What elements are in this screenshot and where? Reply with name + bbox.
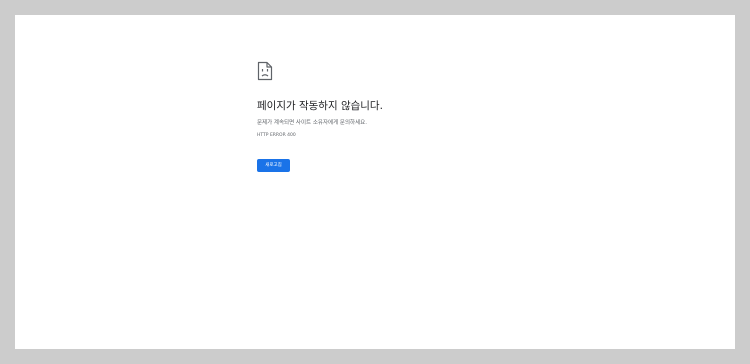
error-description: 문제가 계속되면 사이트 소유자에게 문의하세요.	[257, 120, 367, 126]
error-title: 페이지가 작동하지 않습니다.	[257, 100, 383, 112]
error-code: HTTP ERROR 400	[257, 133, 296, 138]
browser-page: 페이지가 작동하지 않습니다. 문제가 계속되면 사이트 소유자에게 문의하세요…	[15, 15, 735, 349]
reload-button[interactable]: 새로고침	[257, 159, 290, 172]
error-container: 페이지가 작동하지 않습니다. 문제가 계속되면 사이트 소유자에게 문의하세요…	[257, 61, 537, 172]
sad-document-icon	[257, 61, 273, 81]
